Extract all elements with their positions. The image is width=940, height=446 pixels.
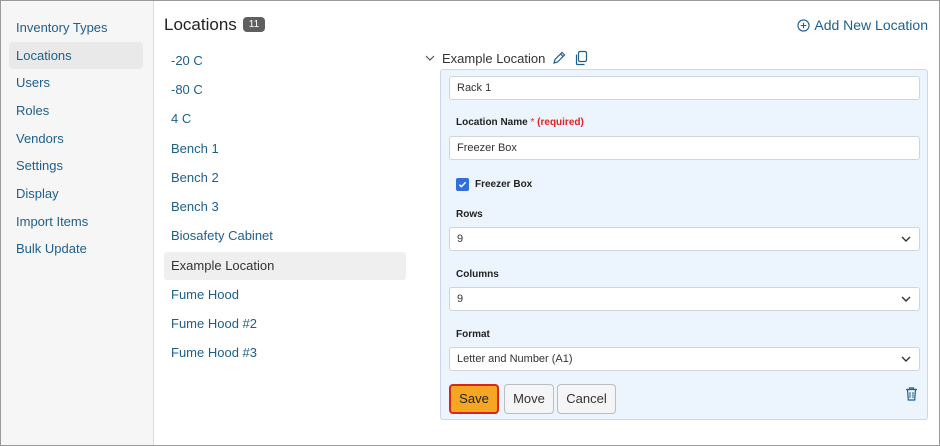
- sidebar-item-users[interactable]: Users: [9, 69, 143, 96]
- format-label: Format: [456, 329, 490, 340]
- copy-icon[interactable]: [573, 50, 589, 66]
- format-select[interactable]: Letter and Number (A1): [449, 347, 920, 371]
- location-name-input[interactable]: Freezer Box: [449, 136, 920, 160]
- location-item[interactable]: Bench 3: [164, 193, 406, 221]
- rows-select[interactable]: 9: [449, 227, 920, 251]
- location-item[interactable]: -20 C: [164, 47, 406, 75]
- checkmark-icon: [458, 181, 467, 188]
- sidebar-item-import-items[interactable]: Import Items: [9, 208, 143, 235]
- plus-circle-icon: [797, 18, 810, 32]
- rows-value: 9: [457, 233, 464, 245]
- columns-select[interactable]: 9: [449, 287, 920, 311]
- location-detail-title: Example Location: [442, 50, 546, 66]
- location-count-badge: 11: [243, 17, 265, 32]
- freezer-box-checkbox[interactable]: [456, 178, 469, 191]
- sidebar: Inventory Types Locations Users Roles Ve…: [1, 1, 154, 445]
- freezer-box-label: Freezer Box: [475, 179, 533, 190]
- sidebar-item-vendors[interactable]: Vendors: [9, 125, 143, 152]
- sidebar-item-bulk-update[interactable]: Bulk Update: [9, 235, 143, 262]
- parent-location-field[interactable]: Rack 1: [449, 76, 920, 100]
- add-new-location-link[interactable]: Add New Location: [797, 15, 928, 35]
- add-new-location-label: Add New Location: [814, 17, 928, 33]
- location-item-selected[interactable]: Example Location: [164, 252, 406, 280]
- sidebar-item-roles[interactable]: Roles: [9, 97, 143, 124]
- sidebar-item-locations[interactable]: Locations: [9, 42, 143, 69]
- pencil-icon[interactable]: [551, 50, 567, 66]
- trash-icon[interactable]: [904, 386, 919, 402]
- move-button[interactable]: Move: [504, 384, 554, 414]
- location-item[interactable]: Biosafety Cabinet: [164, 222, 406, 250]
- location-item[interactable]: -80 C: [164, 76, 406, 104]
- columns-label: Columns: [456, 269, 499, 280]
- freezer-box-checkbox-row[interactable]: Freezer Box: [456, 178, 532, 191]
- rows-label: Rows: [456, 209, 483, 220]
- save-button[interactable]: Save: [449, 384, 499, 414]
- location-item[interactable]: Fume Hood #3: [164, 339, 406, 367]
- chevron-down-icon: [901, 356, 911, 362]
- required-star: *: [530, 117, 535, 128]
- location-item[interactable]: Bench 2: [164, 164, 406, 192]
- sidebar-item-display[interactable]: Display: [9, 180, 143, 207]
- location-name-label: Location Name * (required): [456, 117, 584, 128]
- location-item[interactable]: Fume Hood #2: [164, 310, 406, 338]
- location-item[interactable]: Bench 1: [164, 135, 406, 163]
- columns-value: 9: [457, 293, 464, 305]
- required-text: (required): [537, 117, 584, 128]
- location-item[interactable]: Fume Hood: [164, 281, 406, 309]
- chevron-down-icon: [901, 296, 911, 302]
- chevron-down-icon: [901, 236, 911, 242]
- sidebar-item-settings[interactable]: Settings: [9, 152, 143, 179]
- location-item[interactable]: 4 C: [164, 105, 406, 133]
- location-edit-panel: Rack 1 Location Name * (required) Freeze…: [440, 69, 928, 420]
- sidebar-item-inventory-types[interactable]: Inventory Types: [9, 14, 143, 41]
- cancel-button[interactable]: Cancel: [557, 384, 616, 414]
- location-detail-header: Example Location: [424, 48, 589, 68]
- page-title: Locations: [164, 15, 237, 34]
- chevron-down-icon[interactable]: [424, 52, 436, 64]
- format-value: Letter and Number (A1): [457, 353, 573, 365]
